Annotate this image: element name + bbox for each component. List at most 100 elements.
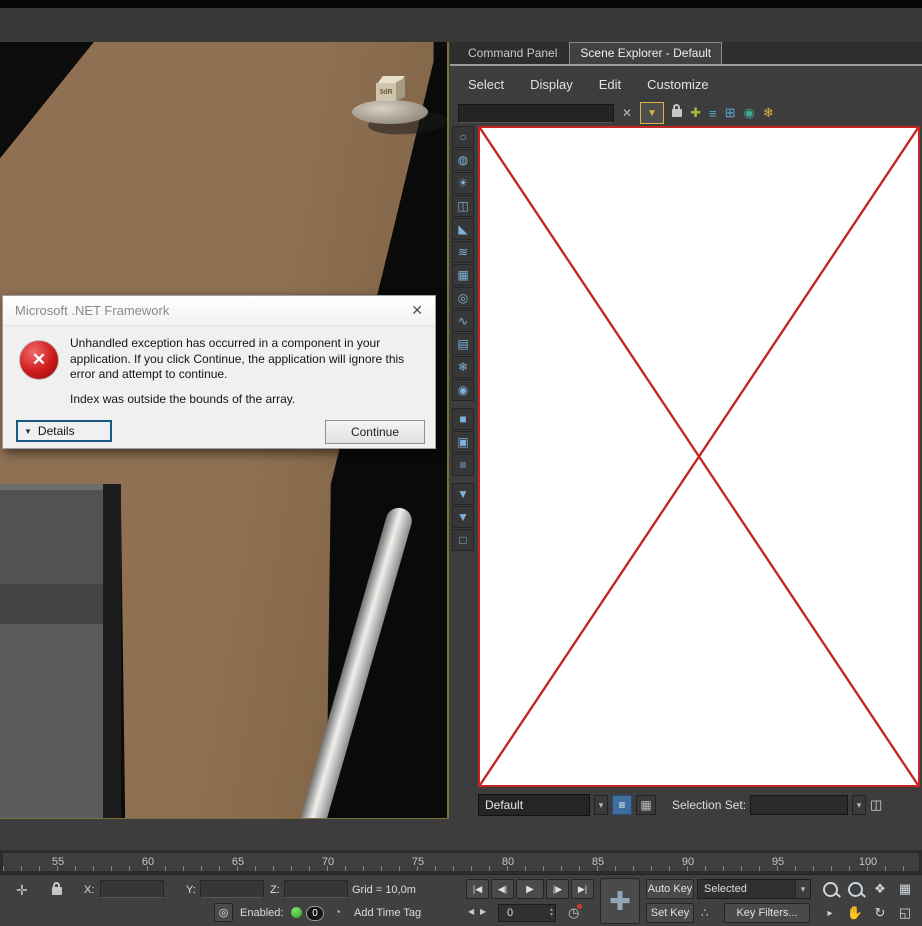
display-hidden-icon[interactable]: ◉ <box>452 379 474 401</box>
previous-frame-button[interactable]: ◀| <box>491 879 514 899</box>
lock-icon[interactable] <box>672 109 682 117</box>
display-xrefs-icon[interactable]: ◎ <box>452 287 474 309</box>
chevron-down-icon: ▾ <box>795 880 810 898</box>
current-frame-spinner[interactable]: 0 ▴ ▾ <box>498 904 556 922</box>
display-cameras-icon[interactable]: ◫ <box>452 195 474 217</box>
select-add-icon[interactable]: ✚ <box>690 105 701 121</box>
snowflake-icon[interactable]: ❄ <box>763 105 774 121</box>
menu-display[interactable]: Display <box>530 77 573 92</box>
search-input[interactable] <box>458 104 614 123</box>
play-button[interactable]: ▶ <box>516 879 544 899</box>
y-coordinate-field[interactable] <box>200 880 264 898</box>
pan-hand-icon[interactable]: ✋ <box>843 902 867 924</box>
zoom-all-icon[interactable] <box>843 878 867 900</box>
sync-selection-icon[interactable]: ▣ <box>452 431 474 453</box>
step-back-icon[interactable]: ◀ <box>468 907 474 916</box>
spin-down-icon[interactable]: ▾ <box>550 913 553 918</box>
z-label: Z: <box>270 884 280 896</box>
set-key-button[interactable]: Set Key <box>646 903 694 923</box>
zoom-extents-icon[interactable]: ❖ <box>868 878 892 900</box>
panel-tab-bar: Command Panel Scene Explorer - Default <box>450 42 922 66</box>
selection-set-dropdown[interactable] <box>750 795 848 815</box>
orbit-icon[interactable]: ↻ <box>868 902 892 924</box>
key-set-dropdown[interactable]: Selected ▾ <box>697 879 811 899</box>
tick-label: 55 <box>52 856 64 868</box>
x-coordinate-field[interactable] <box>100 880 164 898</box>
display-spacewarps-icon[interactable]: ≋ <box>452 241 474 263</box>
spinner-arrows[interactable]: ▴ ▾ <box>550 908 555 918</box>
selection-lock-icon[interactable] <box>52 887 62 895</box>
scene-explorer-list-area[interactable] <box>478 126 920 787</box>
zoom-icon[interactable] <box>818 878 842 900</box>
edit-named-selections-icon[interactable]: ◫ <box>870 797 882 813</box>
add-time-tag-label[interactable]: Add Time Tag <box>354 907 421 919</box>
clear-search-icon[interactable]: ✕ <box>622 106 632 120</box>
next-frame-button[interactable]: |▶ <box>546 879 569 899</box>
dialog-titlebar[interactable]: Microsoft .NET Framework ✕ <box>3 296 435 326</box>
new-container-icon[interactable]: □ <box>452 529 474 551</box>
go-to-end-button[interactable]: ▶| <box>571 879 594 899</box>
preset-combo[interactable]: Default <box>478 794 590 816</box>
display-groups-icon[interactable]: ▦ <box>452 264 474 286</box>
tick-label: 75 <box>412 856 424 868</box>
display-helpers-icon[interactable]: ◣ <box>452 218 474 240</box>
property-list-icon[interactable]: ≡ <box>452 454 474 476</box>
visibility-icon[interactable]: ◉ <box>743 105 754 121</box>
add-layer-icon[interactable]: ⊞ <box>725 105 736 121</box>
explorer-search-row: ✕ ▼ ✚ ≡ ⊞ ◉ ❄ <box>450 100 774 126</box>
display-none-icon[interactable]: ○ <box>452 126 474 148</box>
filter-button[interactable]: ▼ <box>640 102 664 124</box>
display-lights-icon[interactable]: ☀ <box>452 172 474 194</box>
filter-icon[interactable]: ▼ <box>452 506 474 528</box>
menu-customize[interactable]: Customize <box>647 77 708 92</box>
display-geometry-icon[interactable]: ◍ <box>452 149 474 171</box>
track-bar: 55 60 65 70 75 80 85 90 95 100 <box>0 850 922 874</box>
z-coordinate-field[interactable] <box>284 880 348 898</box>
tick-label: 90 <box>682 856 694 868</box>
explorer-footer: Default ▾ ≡ ▦ Selection Set: ▾ ◫ <box>478 794 920 816</box>
auto-key-button[interactable]: Auto Key <box>646 879 694 899</box>
grid-mode-button[interactable]: ▦ <box>636 795 656 815</box>
record-toggle-icon[interactable]: ◎ <box>214 903 233 922</box>
magnifier-shape <box>848 882 863 897</box>
selection-set-arrow[interactable]: ▾ <box>852 795 866 815</box>
continue-button[interactable]: Continue <box>325 420 425 444</box>
preset-combo-arrow[interactable]: ▾ <box>594 795 608 815</box>
key-filters-button[interactable]: Key Filters... <box>724 903 810 923</box>
close-icon[interactable]: ✕ <box>411 302 423 319</box>
step-forward-icon[interactable]: ▶ <box>480 907 486 916</box>
layers-icon[interactable]: ≡ <box>709 106 717 121</box>
flyout-arrow-icon[interactable]: ▸ <box>818 902 842 924</box>
error-message: Unhandled exception has occurred in a co… <box>70 336 424 383</box>
timeline-ruler[interactable]: 55 60 65 70 75 80 85 90 95 100 <box>2 852 920 872</box>
missing-content-cross <box>480 128 918 785</box>
snaps-toggle-icon[interactable]: ✛ <box>16 882 28 899</box>
zoom-region-icon[interactable]: ▦ <box>893 878 917 900</box>
tab-command-panel[interactable]: Command Panel <box>458 43 567 64</box>
logo-cube-front-face: 3dR <box>376 83 396 101</box>
details-button[interactable]: ▼ Details <box>16 420 112 442</box>
lock-cell-editing-icon[interactable]: ■ <box>452 408 474 430</box>
maximize-viewport-icon[interactable]: ◱ <box>893 902 917 924</box>
tick-label: 60 <box>142 856 154 868</box>
set-keys-big-button[interactable]: ✚ <box>600 878 640 924</box>
menu-select[interactable]: Select <box>468 77 504 92</box>
display-bones-icon[interactable]: ∿ <box>452 310 474 332</box>
layer-mode-button[interactable]: ≡ <box>612 795 632 815</box>
enabled-status-dot <box>291 907 302 918</box>
viewport-gray-low-face <box>0 624 103 818</box>
go-to-start-button[interactable]: |◀ <box>466 879 489 899</box>
tick-label: 95 <box>772 856 784 868</box>
time-tag-icon[interactable]: ◔ <box>334 905 341 919</box>
menu-edit[interactable]: Edit <box>599 77 621 92</box>
clear-filter-icon[interactable]: ▼ <box>452 483 474 505</box>
display-containers-icon[interactable]: ▤ <box>452 333 474 355</box>
3dsmax-window: 3dR Command Panel Scene Explorer - Defau… <box>0 0 922 926</box>
logo-cube-side-face <box>396 78 405 101</box>
time-configuration-icon[interactable]: ◷ <box>568 905 579 920</box>
tick-label: 70 <box>322 856 334 868</box>
tick-label: 85 <box>592 856 604 868</box>
display-frozen-icon[interactable]: ❄ <box>452 356 474 378</box>
tab-scene-explorer[interactable]: Scene Explorer - Default <box>569 42 722 64</box>
default-tangents-icon[interactable]: ∴ <box>701 906 709 920</box>
